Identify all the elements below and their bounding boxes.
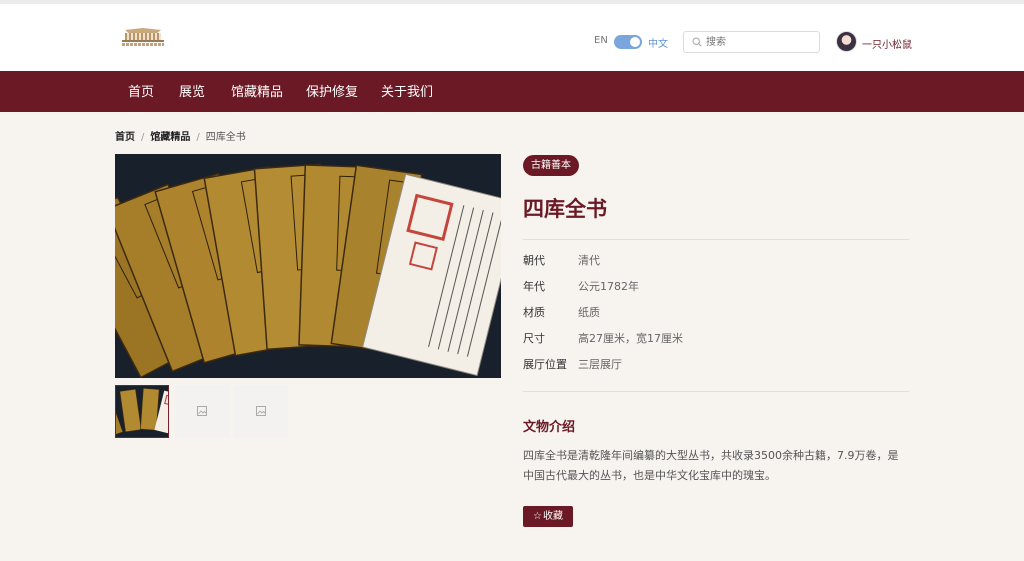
attr-label-hall: 展厅位置 (523, 358, 567, 371)
attr-value-material: 纸质 (578, 306, 600, 319)
attr-value-size: 高27厘米，宽17厘米 (578, 332, 683, 345)
divider (523, 391, 909, 392)
attr-label-year: 年代 (523, 280, 545, 293)
search-icon (692, 37, 702, 47)
artifact-main-image (115, 154, 501, 378)
search-box[interactable] (683, 31, 820, 53)
attr-label-size: 尺寸 (523, 332, 545, 345)
logo-columns-shape (125, 33, 161, 40)
toggle-knob (630, 37, 640, 47)
nav-item-home[interactable]: 首页 (128, 81, 154, 100)
breadcrumb-collection[interactable]: 馆藏精品 (150, 132, 190, 143)
thumbnail-3[interactable] (234, 385, 288, 438)
logo-base-shape (122, 40, 164, 42)
thumbnail-2[interactable] (175, 385, 229, 438)
star-icon: ☆ (533, 511, 542, 522)
search-input[interactable] (706, 34, 814, 50)
attr-label-dynasty: 朝代 (523, 254, 545, 267)
nav-item-collection[interactable]: 馆藏精品 (231, 81, 283, 100)
attr-value-year: 公元1782年 (578, 280, 639, 293)
divider (523, 239, 909, 240)
books-illustration (115, 163, 501, 378)
attr-value-dynasty: 清代 (578, 254, 600, 267)
image-placeholder-icon (256, 406, 266, 416)
favorite-label: 收藏 (542, 511, 563, 522)
lang-zh-label[interactable]: 中文 (648, 35, 668, 50)
main-nav: 首页 展览 馆藏精品 保护修复 关于我们 (0, 71, 1024, 112)
lang-en-label[interactable]: EN (594, 35, 608, 46)
nav-item-exhibitions[interactable]: 展览 (179, 81, 205, 100)
breadcrumb-current: 四库全书 (205, 132, 246, 143)
breadcrumb-separator: / (141, 132, 145, 143)
image-placeholder-icon (197, 406, 207, 416)
site-header: EN 中文 一只小松鼠 (0, 4, 1024, 71)
thumbnail-1-selected[interactable] (115, 385, 169, 438)
language-toggle[interactable] (614, 35, 642, 49)
breadcrumb: 首页 / 馆藏精品 / 四库全书 (115, 128, 246, 143)
attr-label-material: 材质 (523, 306, 545, 319)
artifact-title: 四库全书 (523, 197, 607, 221)
logo-caption-shape (122, 43, 164, 46)
username[interactable]: 一只小松鼠 (862, 36, 912, 51)
category-badge: 古籍善本 (523, 155, 579, 176)
breadcrumb-home[interactable]: 首页 (115, 132, 135, 143)
intro-text: 四库全书是清乾隆年间编纂的大型丛书，共收录3500余种古籍，7.9万卷，是中国古… (523, 449, 899, 482)
nav-item-conservation[interactable]: 保护修复 (306, 81, 358, 100)
attr-value-hall: 三层展厅 (578, 358, 622, 371)
breadcrumb-separator: / (196, 132, 200, 143)
museum-logo[interactable] (122, 28, 164, 48)
favorite-button[interactable]: ☆收藏 (523, 506, 573, 527)
intro-title: 文物介绍 (523, 420, 576, 435)
nav-item-about[interactable]: 关于我们 (381, 81, 433, 100)
user-avatar[interactable] (836, 31, 857, 52)
thumbnail-books-illustration (116, 387, 168, 437)
